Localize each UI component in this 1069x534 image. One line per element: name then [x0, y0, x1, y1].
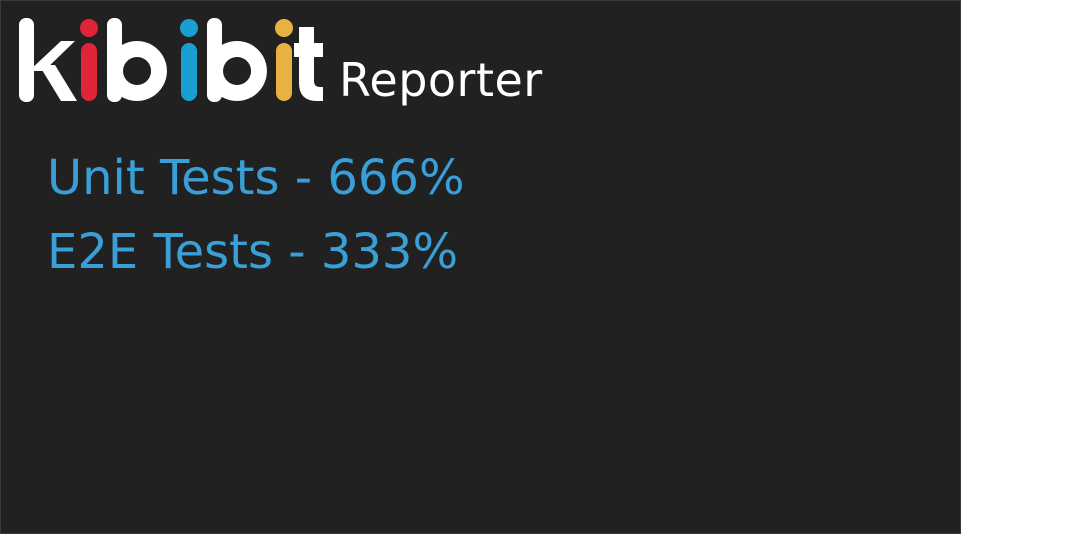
stat-line: Unit Tests - 666%: [47, 150, 465, 206]
kibibit-logo: [19, 18, 323, 102]
product-name: Reporter: [339, 53, 543, 107]
reporter-panel: Reporter Unit Tests - 666% E2E Tests - 33…: [0, 0, 961, 534]
stat-line: E2E Tests - 333%: [47, 224, 459, 280]
header: Reporter: [17, 13, 617, 113]
test-stats: Unit Tests - 666% E2E Tests - 333%: [47, 141, 465, 289]
